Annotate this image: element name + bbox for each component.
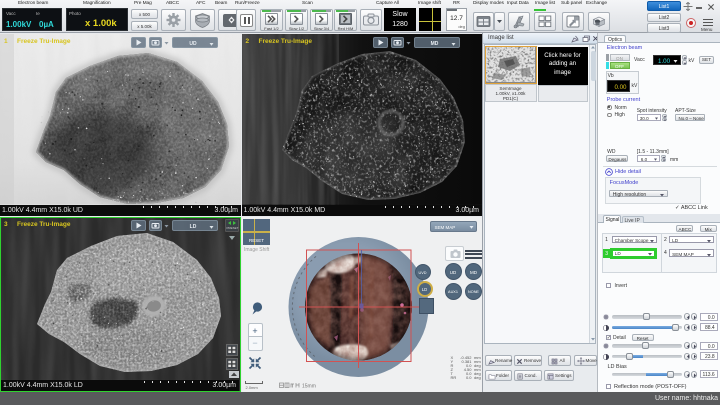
svg-text:15mm: 15mm (302, 384, 316, 390)
